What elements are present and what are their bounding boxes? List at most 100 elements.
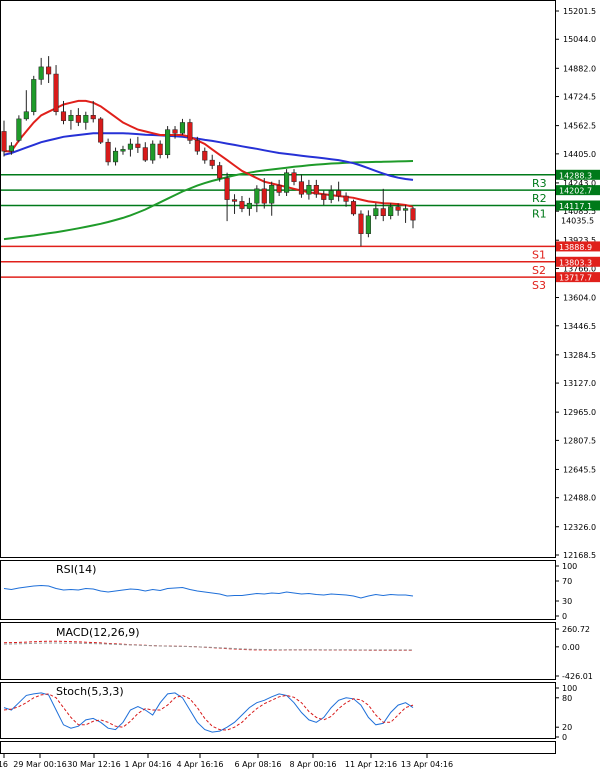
candle-body [8,145,14,152]
candle-body [46,66,52,75]
candle-body [31,79,37,112]
price-tick-label: 12965.0 [563,408,596,417]
indicator-tick-label: 260.72 [562,625,590,634]
time-tick-label: 8 Apr 00:16 [289,760,336,769]
level-tag-label: 14202.7 [559,187,592,196]
level-tag-label: 13888.9 [559,243,592,252]
price-panel [0,0,556,558]
indicator-tick-label: 20 [562,723,572,732]
candle-body [284,172,290,193]
candle-body [142,147,148,161]
bottom-panel [0,741,556,754]
candle-body [254,188,260,204]
candle-body [350,201,357,215]
level-name-s1: S1 [532,248,546,261]
price-tick-label: 13604.0 [563,294,596,303]
candle-body [231,199,238,202]
candle-body [209,159,215,166]
candle-body [127,143,133,150]
candle-body [306,184,312,195]
stoch-title: Stoch(5,3,3) [56,685,124,698]
candle-body [336,190,342,197]
candle-body [194,140,200,152]
price-tick-label: 12807.5 [563,436,596,445]
candle-body [75,115,81,123]
candle-body [321,193,327,200]
candle-body [187,122,193,141]
candle-body [112,150,119,163]
candle-body [388,206,394,216]
candle-body [150,143,156,161]
indicator-tick-label: 30 [562,597,572,606]
level-tag-label: 14117.1 [559,202,592,211]
candle-body [53,73,59,112]
level-tag-label: 13717.7 [559,274,592,283]
level-name-s2: S2 [532,264,546,277]
price-tick-label: 12326.0 [563,523,596,532]
rsi-title: RSI(14) [56,563,96,576]
candle-body [83,115,89,123]
indicator-tick-label: 0 [562,733,567,742]
candle-body [328,190,334,200]
candle-body [165,129,171,156]
candle-body [343,195,349,202]
candle-body [38,66,44,80]
candle-body [135,143,141,148]
price-tick-label: 13446.5 [563,322,596,331]
time-x-axis: 16 29 Mar 00:16 30 Mar 12:16 1 Apr 04:16 4 A… [0,754,453,769]
price-tick-label: 15044.0 [563,35,596,44]
candle-body [269,184,275,204]
price-tick-label: 15201.5 [563,7,596,16]
indicator-tick-label: 100 [562,684,577,693]
candle-body [365,215,371,234]
macd-title: MACD(12,26,9) [56,626,140,639]
candle-body [23,111,29,120]
candle-body [16,118,22,141]
price-tick-label: 13284.5 [563,351,596,360]
time-tick-label: 29 Mar 00:16 [13,760,66,769]
candle-body [395,206,401,211]
time-tick-label: 11 Apr 12:16 [345,760,397,769]
price-tick-label: 12645.5 [563,465,596,474]
candle-body [202,150,208,161]
candle-body [239,201,245,209]
candle-body [313,184,319,195]
candle-body [380,208,386,216]
trading-chart: R3 R2 R1 S1 S2 S3 15201.5 15044.0 14882.0 14724.… [0,0,600,774]
price-tick-label: 14724.5 [563,93,596,102]
rsi-y-axis: 100 70 30 0 [555,562,577,621]
price-tick-label: 13127.0 [563,379,596,388]
candle-body [217,165,223,179]
level-name-r3: R3 [532,177,547,190]
candle-body [246,202,252,209]
candle-body [291,172,297,182]
candle-body [60,111,67,121]
candle-body [261,188,267,204]
time-tick-label: 6 Apr 08:16 [234,760,281,769]
time-tick-label: 4 Apr 16:16 [176,760,223,769]
level-name-r1: R1 [532,207,547,220]
candle-body [358,213,364,234]
price-tick-label: 12168.5 [563,551,596,560]
candle-body [373,208,379,216]
candle-body [1,131,7,152]
macd-y-axis: 260.72 0.00 -426.01 [555,625,593,681]
price-tick-label: 14405.0 [563,150,596,159]
price-y-axis: 15201.5 15044.0 14882.0 14724.5 14562.5 14405… [555,7,596,560]
candle-body [172,129,178,134]
indicator-tick-label: -426.01 [562,672,593,681]
level-name-r2: R2 [532,192,547,205]
candle-body [90,115,96,120]
candle-body [120,149,126,152]
candle-body [410,208,416,221]
stoch-y-axis: 10080 200 [555,684,577,742]
candle-body [298,181,305,195]
indicator-tick-label: 70 [562,577,572,586]
pivot-level-tags: 14288.3 14202.7 14117.1 13888.9 13803.3 13717… [556,169,600,283]
candle-body [276,184,282,193]
candle-body [179,122,186,134]
chart-canvas: R3 R2 R1 S1 S2 S3 15201.5 15044.0 14882.0 14724.… [0,0,600,769]
time-tick-label: 1 Apr 04:16 [124,760,171,769]
time-tick-label: 13 Apr 04:16 [401,760,453,769]
level-tag-label: 14288.3 [559,171,592,180]
